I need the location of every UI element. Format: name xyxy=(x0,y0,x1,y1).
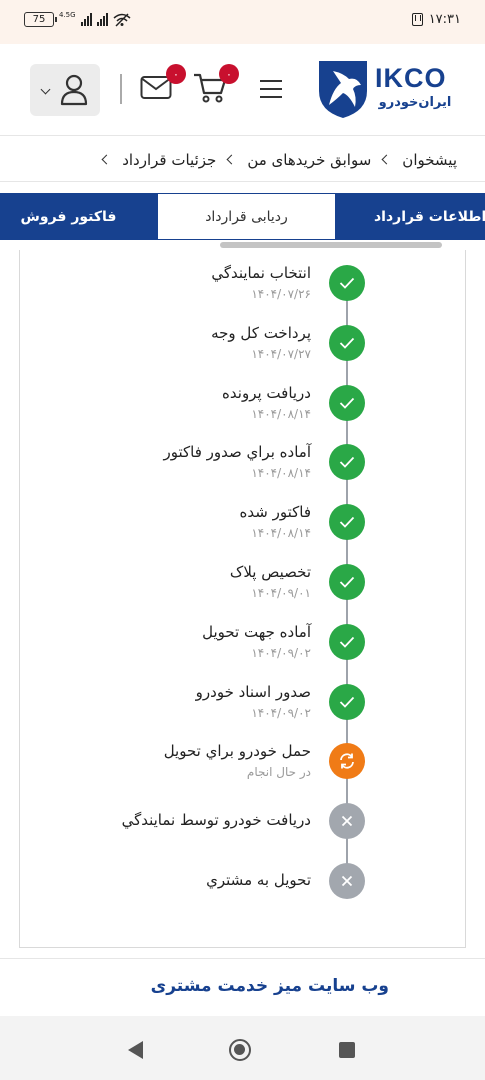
check-icon xyxy=(329,623,365,660)
signal-icon xyxy=(80,13,92,26)
status-right: ۱۷:۳۱ xyxy=(411,12,461,27)
tracking-timeline-card: انتخاب نمایندگي ۱۴۰۴/۰۷/۲۶ پرداخت کل وجه ۱۴… xyxy=(19,250,466,948)
step-title: فاکتور شده xyxy=(239,503,311,522)
step-title: آماده براي صدور فاکتور xyxy=(163,443,311,462)
customer-service-link[interactable]: وب سایت میز خدمت مشتری xyxy=(151,976,389,996)
hamburger-menu-icon[interactable] xyxy=(260,80,282,98)
tab-contract-tracking-label: ردیابی قرارداد xyxy=(205,208,288,225)
step-status: در حال انجام xyxy=(246,765,311,780)
timeline-step: آماده براي صدور فاکتور ۱۴۰۴/۰۸/۱۴ xyxy=(20,443,467,503)
timeline-step: پرداخت کل وجه ۱۴۰۴/۰۷/۲۷ xyxy=(20,324,467,384)
chevron-down-icon xyxy=(40,84,51,95)
network-type: 4.5G xyxy=(59,10,76,19)
tab-contract-info-label: اطلاعات قرارداد xyxy=(374,208,485,225)
timeline-step: تحويل به مشتري xyxy=(20,862,467,922)
step-title: صدور اسناد خودرو xyxy=(195,682,311,701)
step-date: ۱۴۰۴/۰۸/۱۴ xyxy=(251,466,311,481)
back-icon[interactable] xyxy=(128,1041,143,1059)
step-title: پرداخت کل وجه xyxy=(211,323,311,342)
step-title: دريافت خودرو توسط نمايندگي xyxy=(121,811,311,830)
tab-sales-invoice[interactable]: فاکتور فروش xyxy=(0,193,157,240)
home-icon[interactable] xyxy=(229,1039,251,1061)
check-icon xyxy=(329,444,365,481)
step-date: ۱۴۰۴/۰۹/۰۲ xyxy=(251,645,311,660)
timeline-step: انتخاب نمایندگي ۱۴۰۴/۰۷/۲۶ xyxy=(20,264,467,324)
user-menu-button[interactable] xyxy=(30,64,100,116)
user-icon xyxy=(60,74,88,106)
check-icon xyxy=(329,324,365,361)
horse-emblem-icon xyxy=(319,61,367,118)
cart-button[interactable]: ۰ xyxy=(193,64,239,108)
breadcrumb: پیشخوان سوابق خریدهای من جزئیات قرارداد xyxy=(0,138,485,182)
tab-bar: اطلاعات قرارداد ردیابی قرارداد فاکتور فر… xyxy=(0,193,485,241)
step-date: ۱۴۰۴/۰۸/۱۴ xyxy=(251,406,311,421)
battery-level: 75 xyxy=(32,14,46,25)
timeline-step: صدور اسناد خودرو ۱۴۰۴/۰۹/۰۲ xyxy=(20,683,467,743)
recent-apps-icon[interactable] xyxy=(339,1042,355,1058)
timeline-step: حمل خودرو براي تحويل در حال انجام xyxy=(20,742,467,802)
cart-badge: ۰ xyxy=(219,64,239,84)
check-icon xyxy=(329,564,365,600)
battery-icon: 75 xyxy=(24,12,57,27)
step-date: ۱۴۰۴/۰۷/۲۶ xyxy=(251,287,311,301)
step-date: ۱۴۰۴/۰۷/۲۷ xyxy=(251,346,311,361)
signal-2-icon xyxy=(96,13,108,26)
step-title: دريافت پرونده xyxy=(222,383,311,402)
close-icon xyxy=(329,803,365,840)
step-date: ۱۴۰۴/۰۹/۰۱ xyxy=(251,586,311,600)
sync-icon xyxy=(329,743,365,780)
tab-contract-info[interactable]: اطلاعات قرارداد xyxy=(336,193,485,240)
step-title: انتخاب نمایندگي xyxy=(211,264,311,282)
step-title: حمل خودرو براي تحويل xyxy=(163,742,311,761)
timeline-step: آماده جهت تحويل ۱۴۰۴/۰۹/۰۲ xyxy=(20,623,467,683)
step-date: ۱۴۰۴/۰۹/۰۲ xyxy=(251,705,311,720)
check-icon xyxy=(329,384,365,421)
breadcrumb-item-contract-details[interactable]: جزئیات قرارداد xyxy=(122,151,216,169)
check-icon xyxy=(329,265,365,301)
timeline-step: دريافت پرونده ۱۴۰۴/۰۸/۱۴ xyxy=(20,384,467,444)
check-icon xyxy=(329,683,365,720)
wifi-off-icon xyxy=(113,12,131,27)
step-date: ۱۴۰۴/۰۸/۱۴ xyxy=(251,526,311,541)
step-title: تحويل به مشتري xyxy=(206,871,311,889)
tab-scrollbar[interactable] xyxy=(220,242,442,248)
close-icon xyxy=(329,863,365,899)
tab-sales-invoice-label: فاکتور فروش xyxy=(20,208,117,225)
timeline-step: تخصيص پلاک ۱۴۰۴/۰۹/۰۱ xyxy=(20,563,467,623)
timeline-step: دريافت خودرو توسط نمايندگي xyxy=(20,802,467,862)
footer-divider xyxy=(0,958,485,959)
system-nav-bar xyxy=(0,1016,485,1080)
status-left: 75 4.5G xyxy=(24,10,131,27)
step-title: تخصيص پلاک xyxy=(229,563,311,581)
breadcrumb-item-purchase-history[interactable]: سوابق خریدهای من xyxy=(247,151,371,169)
timeline-step: فاکتور شده ۱۴۰۴/۰۸/۱۴ xyxy=(20,503,467,563)
ikco-logo[interactable]: IKCO ایران‌خودرو xyxy=(315,59,455,119)
notification-icon xyxy=(411,13,423,26)
status-bar: 75 4.5G ۱۷:۳۱ xyxy=(0,0,485,44)
clock: ۱۷:۳۱ xyxy=(428,12,461,27)
check-icon xyxy=(329,504,365,541)
app-header: ۰ ۰ IKCO ایران‌خودرو xyxy=(0,44,485,136)
messages-button[interactable]: ۰ xyxy=(140,64,186,104)
tab-contract-tracking[interactable]: ردیابی قرارداد xyxy=(157,193,336,240)
chevron-left-icon xyxy=(381,154,392,165)
step-title: آماده جهت تحويل xyxy=(202,622,311,641)
logo-text: IKCO xyxy=(375,63,447,93)
breadcrumb-item-dashboard[interactable]: پیشخوان xyxy=(402,151,457,169)
chevron-left-icon xyxy=(226,154,237,165)
logo-subtext: ایران‌خودرو xyxy=(378,95,452,110)
header-divider xyxy=(120,74,122,104)
messages-badge: ۰ xyxy=(166,64,186,84)
chevron-left-icon xyxy=(101,154,112,165)
